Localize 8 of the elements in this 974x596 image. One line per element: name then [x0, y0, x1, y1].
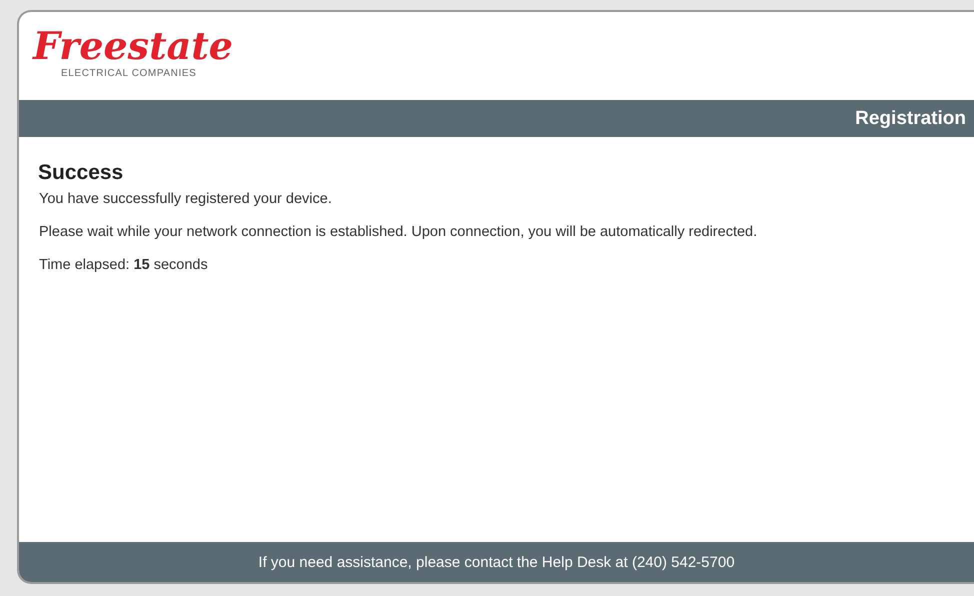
success-heading: Success [38, 161, 124, 185]
help-desk-text: If you need assistance, please contact the Help Desk at (240) 542-5700 [258, 554, 735, 570]
brand-tagline: ELECTRICAL COMPANIES [61, 68, 196, 79]
message-text: You have successfully registered your device. [39, 191, 332, 207]
message-text: Please wait while your network connection is established. Upon connection, you will be automatically redirected. [39, 224, 758, 240]
brand-logo: Freestate [33, 26, 233, 66]
message-text: Time elapsed: 15 seconds [39, 257, 208, 273]
page-title: Registration [855, 108, 966, 130]
